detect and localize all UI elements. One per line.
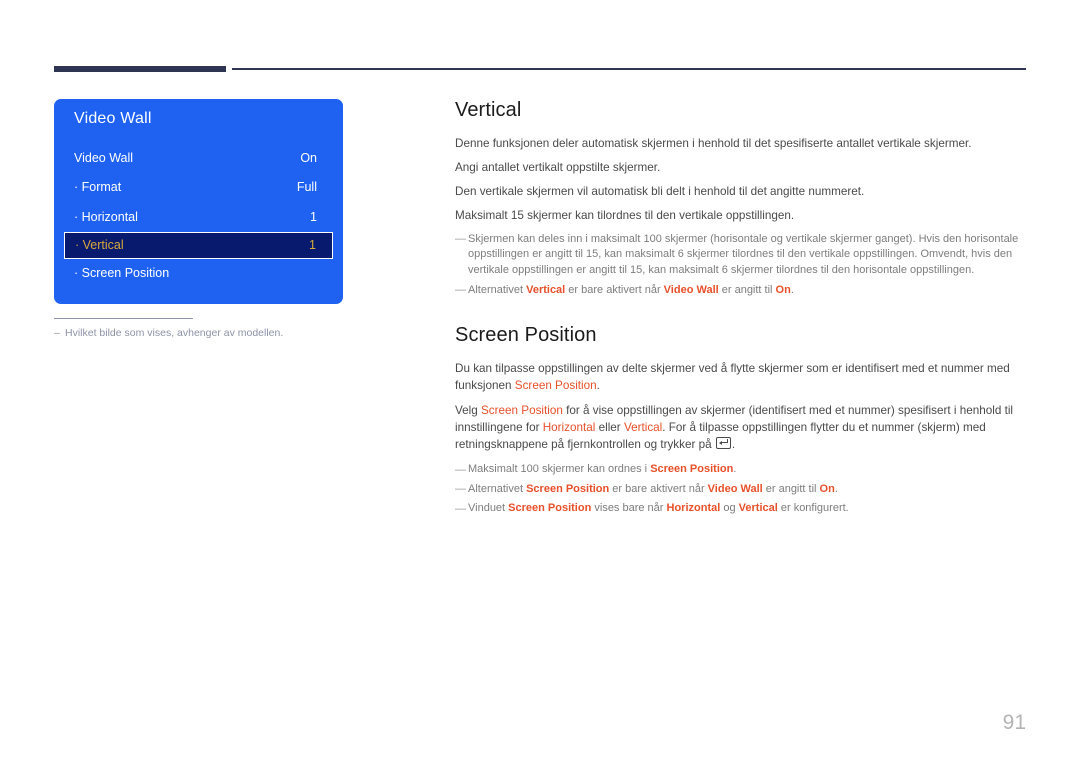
page-title-vertical: Vertical <box>455 99 522 121</box>
body-text-line: Maksimalt 15 skjermer kan tilordnes til … <box>455 208 795 222</box>
text-run: og <box>720 502 739 515</box>
body-text-line: Angi antallet vertikalt oppstilte skjerm… <box>455 160 661 174</box>
footnote-text: – Hvilket bilde som vises, avhenger av mo… <box>54 327 334 339</box>
text-run: . <box>834 482 838 495</box>
ui-term: Horizontal <box>666 502 721 515</box>
text-run: er angitt til <box>718 283 776 296</box>
ui-term: Vertical <box>623 421 663 435</box>
header-rule-thin <box>232 68 1026 70</box>
ui-term: Screen Position <box>508 502 592 515</box>
text-run: Skjermen kan deles inn i maksimalt 100 s… <box>468 232 1019 276</box>
note-item: — Maksimalt 100 skjermer kan ordnes i Scr… <box>455 462 1027 478</box>
vertical-notes: — Skjermen kan deles inn i maksimalt 100 … <box>455 232 1027 298</box>
text-run: er angitt til <box>762 482 820 495</box>
enter-key-icon <box>715 436 731 449</box>
text-run: vises bare når <box>591 502 667 515</box>
ui-term: Screen Position <box>650 463 734 476</box>
osd-menu-item[interactable]: · Horizontal 1 <box>54 202 343 232</box>
note-dash-icon: — <box>455 463 466 476</box>
osd-menu-item-label: · Vertical <box>75 238 124 252</box>
text-run: . <box>596 378 600 392</box>
osd-menu-row-list: Video Wall On · Format Full · Horizontal 1 · V… <box>54 143 343 288</box>
ui-term: Horizontal <box>542 421 596 435</box>
main-content: Vertical Denne funksjonen deler automati… <box>455 99 1027 521</box>
ui-term: Screen Position <box>526 482 610 495</box>
osd-menu-item[interactable]: Video Wall On <box>54 143 343 173</box>
osd-menu-item[interactable]: · Format Full <box>54 173 343 203</box>
note-dash-icon: — <box>455 284 466 297</box>
page-title-screen-position: Screen Position <box>455 324 597 347</box>
text-run: Maksimalt 100 skjermer kan ordnes i <box>468 463 651 476</box>
ui-term: Video Wall <box>707 482 763 495</box>
header-rule-accent <box>54 66 226 72</box>
ui-term: Screen Position <box>481 404 563 418</box>
text-run: . <box>731 437 736 451</box>
ui-term: Vertical <box>526 283 566 296</box>
text-run: . <box>733 463 737 476</box>
note-item: — Alternativet Screen Position er bare ak… <box>455 482 1027 498</box>
osd-menu-item-label: Video Wall <box>74 150 134 165</box>
ui-term: Screen Position <box>514 378 597 392</box>
note-item: — Alternativet Vertical er bare aktivert … <box>455 283 1027 299</box>
screen-position-notes: — Maksimalt 100 skjermer kan ordnes i Scr… <box>455 462 1027 517</box>
osd-menu-item-selected[interactable]: · Vertical 1 <box>64 231 333 259</box>
text-run: eller <box>595 421 624 435</box>
osd-menu-item-label: · Screen Position <box>74 266 170 281</box>
left-footnote: – Hvilket bilde som vises, avhenger av mo… <box>54 318 334 339</box>
footnote-dash: – <box>54 327 60 339</box>
osd-menu-item-label: · Format <box>74 180 122 195</box>
text-run: . <box>790 283 794 296</box>
footnote-label: Hvilket bilde som vises, avhenger av mod… <box>65 327 284 339</box>
text-run: er bare aktivert når <box>609 482 708 495</box>
body-text-line: Den vertikale skjermen vil automatisk bl… <box>455 184 865 198</box>
screen-position-paragraphs: Du kan tilpasse oppstillingen av delte s… <box>455 361 1027 453</box>
text-run: Vinduet <box>468 502 509 515</box>
osd-menu-title: Video Wall <box>74 110 152 127</box>
ui-term: On <box>775 283 791 296</box>
osd-menu-item[interactable]: · Screen Position <box>54 259 343 289</box>
osd-menu-item-value: On <box>300 150 317 165</box>
note-dash-icon: — <box>455 502 466 515</box>
text-run: Velg <box>455 404 481 418</box>
ui-term: On <box>819 482 835 495</box>
body-paragraph: Velg Screen Position for å vise oppstill… <box>455 403 1027 453</box>
body-text-line: Denne funksjonen deler automatisk skjerm… <box>455 137 972 150</box>
ui-term: Video Wall <box>663 283 719 296</box>
note-dash-icon: — <box>455 233 466 246</box>
osd-menu-item-value: 1 <box>310 209 317 224</box>
text-run: Alternativet <box>468 482 527 495</box>
note-item: — Skjermen kan deles inn i maksimalt 100 … <box>455 232 1027 279</box>
osd-menu-item-value: 1 <box>309 238 316 252</box>
osd-menu-item-label: · Horizontal <box>74 209 138 224</box>
note-dash-icon: — <box>455 483 466 496</box>
footnote-divider <box>54 318 193 319</box>
osd-menu-panel: Video Wall Video Wall On · Format Full · Hor… <box>54 99 343 304</box>
text-run: er konfigurert. <box>777 502 849 515</box>
text-run: Alternativet <box>468 283 527 296</box>
ui-term: Vertical <box>738 502 778 515</box>
text-run: er bare aktivert når <box>565 283 664 296</box>
vertical-description-lines: Denne funksjonen deler automatisk skjerm… <box>455 136 1027 223</box>
osd-menu-item-value: Full <box>296 180 317 195</box>
note-item: — Vinduet Screen Position vises bare når … <box>455 501 1027 517</box>
page-number: 91 <box>1002 711 1026 734</box>
body-paragraph: Du kan tilpasse oppstillingen av delte s… <box>455 361 1027 394</box>
